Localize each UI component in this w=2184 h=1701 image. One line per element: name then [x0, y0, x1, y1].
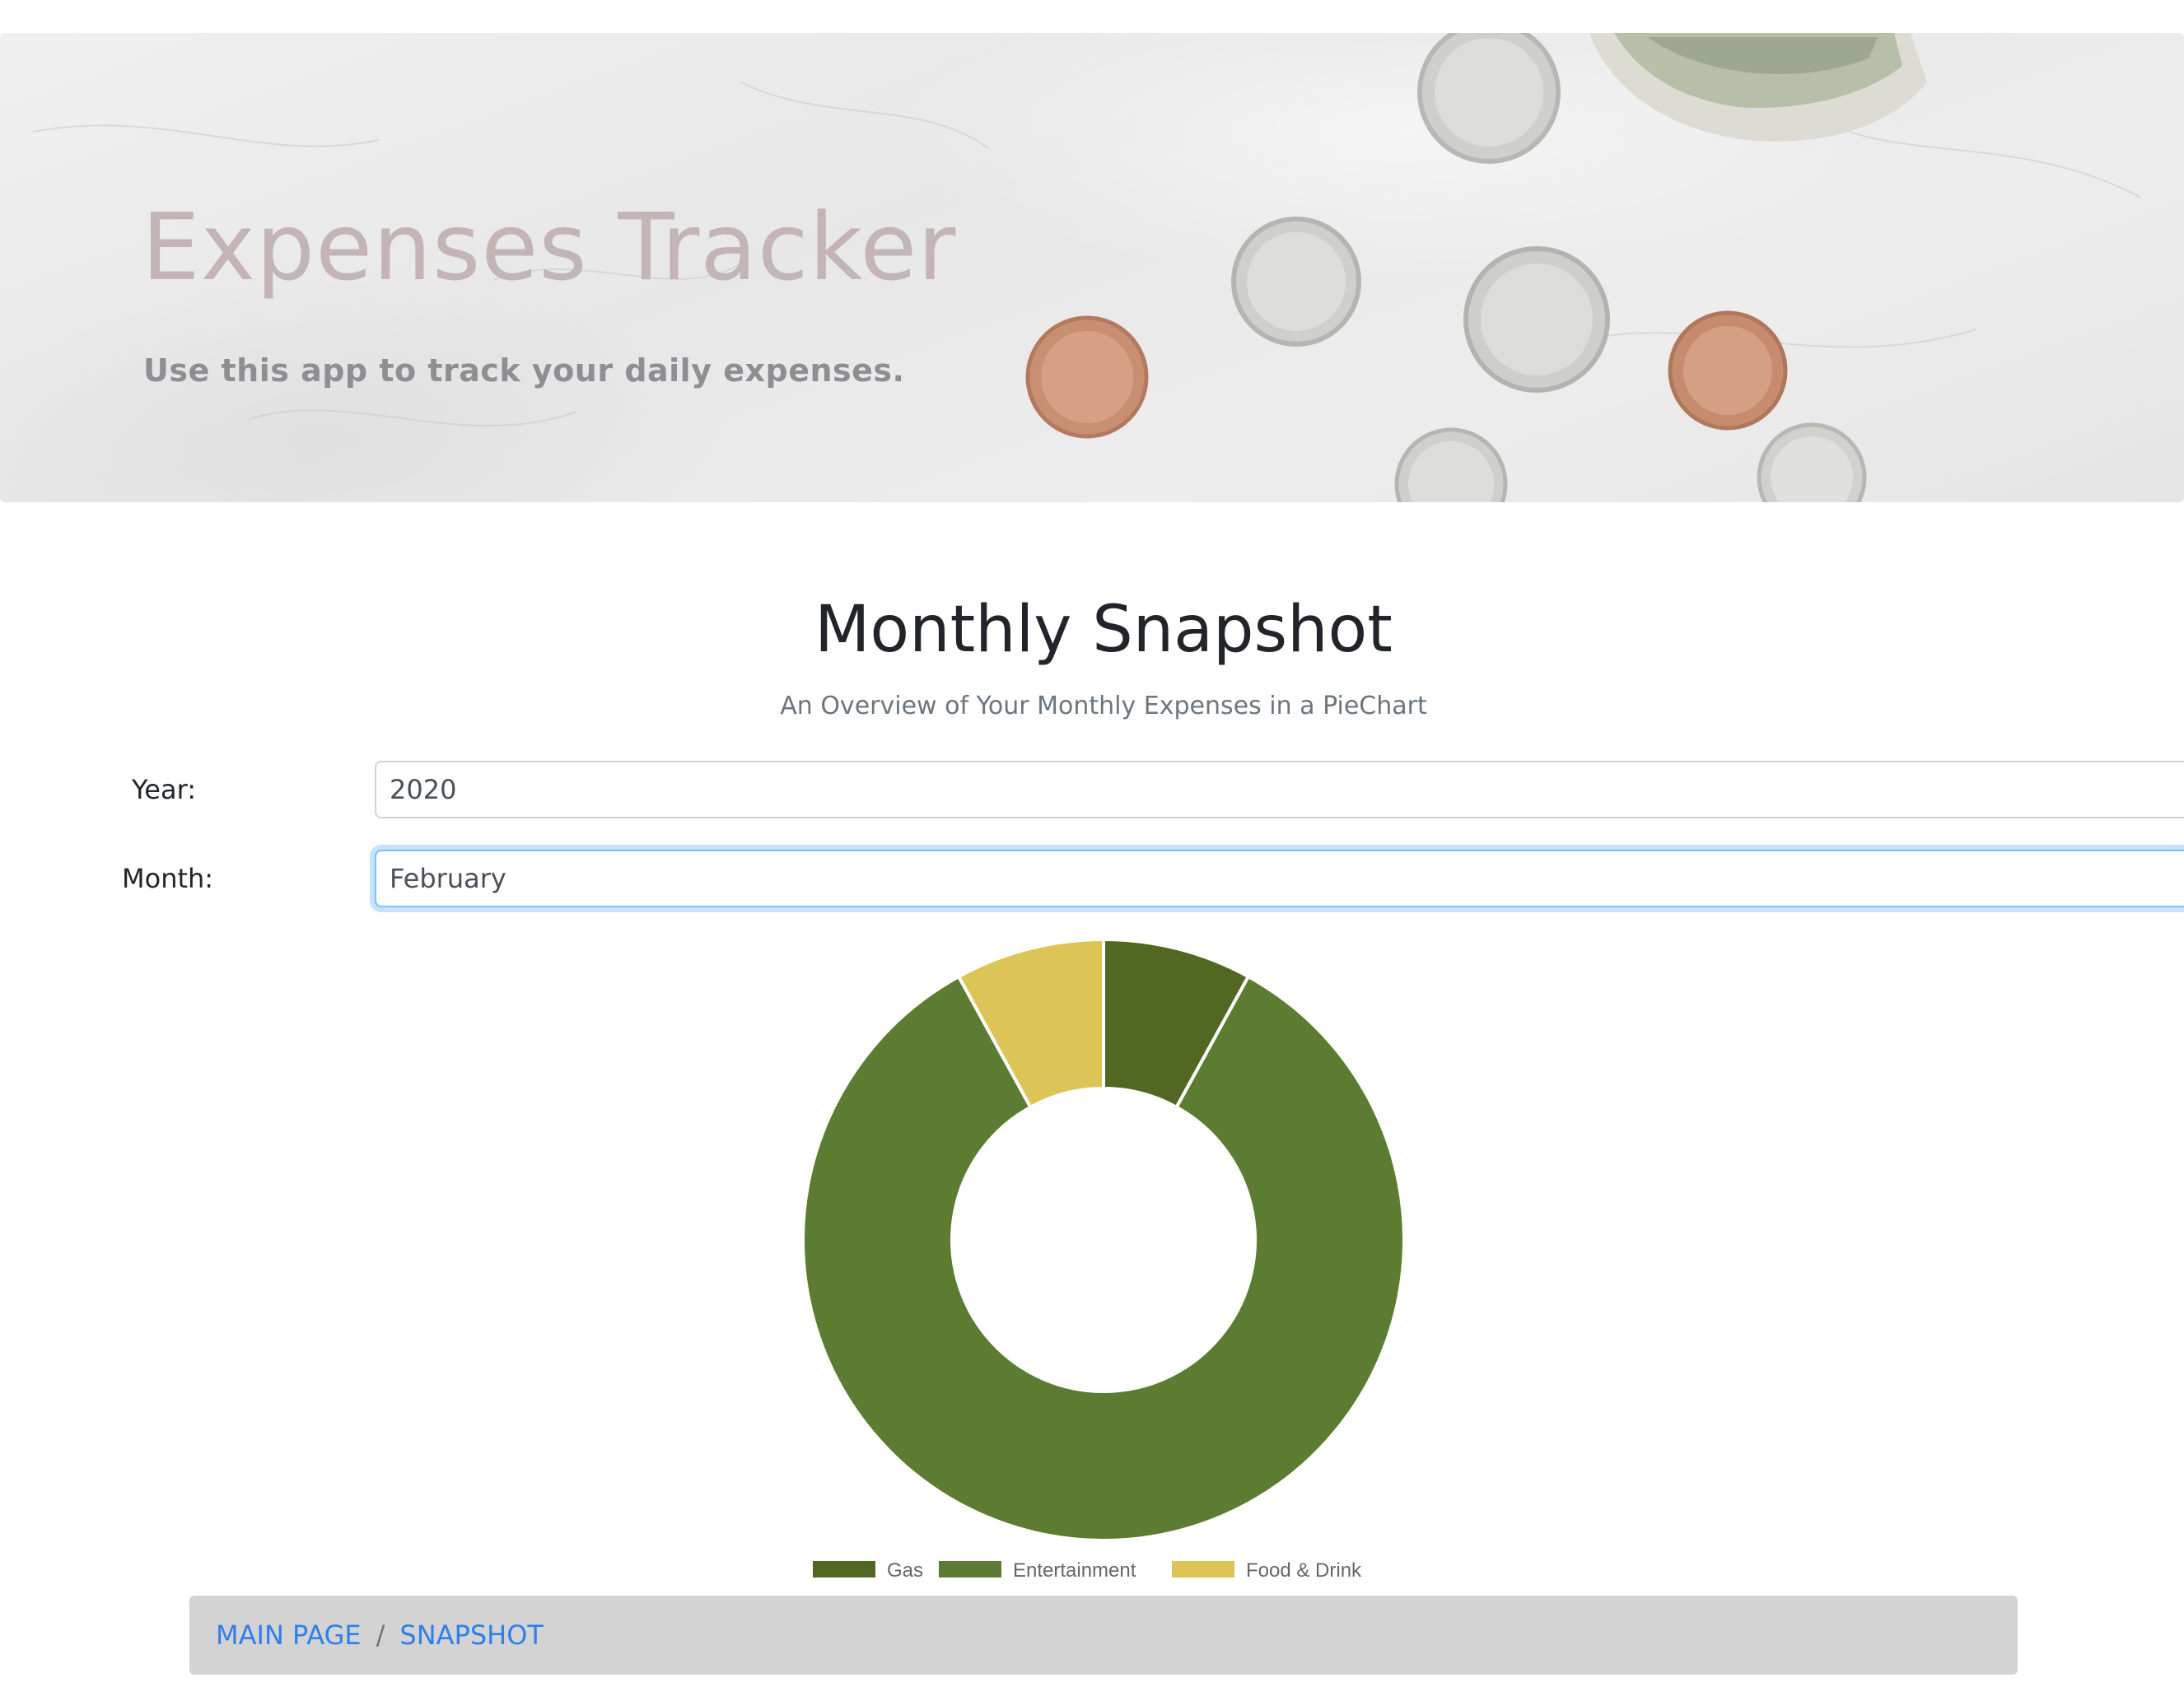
legend-label: Food & Drink — [1246, 1559, 1362, 1582]
legend-swatch — [939, 1561, 1001, 1578]
breadcrumb-main-page[interactable]: MAIN PAGE — [216, 1619, 362, 1651]
breadcrumb-snapshot[interactable]: SNAPSHOT — [399, 1619, 544, 1651]
legend-item-food-drink[interactable]: Food & Drink — [1172, 1559, 1362, 1582]
legend-swatch — [1172, 1561, 1234, 1578]
legend-swatch — [813, 1561, 875, 1578]
legend-item-gas[interactable]: Gas — [813, 1559, 923, 1582]
breadcrumb: MAIN PAGE / SNAPSHOT — [189, 1596, 2018, 1675]
expenses-doughnut-chart: Gas Entertainment Food & Drink — [801, 937, 1406, 1582]
legend-label: Gas — [887, 1559, 923, 1582]
legend-item-entertainment[interactable]: Entertainment — [939, 1559, 1136, 1582]
breadcrumb-separator: / — [376, 1619, 385, 1651]
legend-label: Entertainment — [1013, 1559, 1136, 1582]
